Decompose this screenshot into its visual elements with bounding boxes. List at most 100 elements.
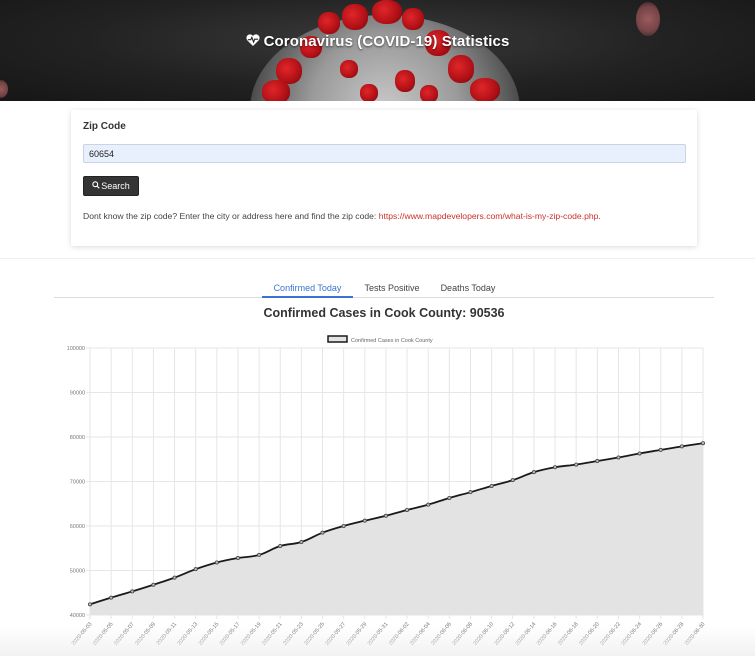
heartbeat-icon: [246, 33, 260, 49]
data-point: [320, 530, 325, 535]
data-point: [574, 462, 579, 467]
virus-spike: [318, 12, 340, 34]
x-tick-label: 2020-06-30: [684, 621, 707, 646]
data-point: [468, 490, 473, 495]
y-tick-label: 50000: [70, 569, 85, 575]
x-axis: 2020-05-032020-05-052020-05-072020-05-09…: [71, 621, 707, 646]
x-tick-label: 2020-05-07: [113, 621, 136, 646]
x-tick-label: 2020-06-06: [430, 621, 453, 646]
cases-chart: Confirmed Cases in Cook County 40000 5000…: [0, 330, 755, 656]
tab-tests-positive[interactable]: Tests Positive: [355, 279, 429, 298]
legend-swatch: [327, 335, 348, 343]
x-tick-label: 2020-05-05: [92, 621, 115, 646]
virus-spike: [360, 84, 378, 101]
data-point: [88, 602, 93, 607]
data-point: [278, 544, 283, 549]
map-developers-link[interactable]: https://www.mapdevelopers.com/what-is-my…: [379, 211, 599, 221]
virus-spike: [395, 70, 415, 92]
data-point: [701, 441, 706, 446]
data-point: [616, 455, 621, 460]
search-icon: [92, 181, 100, 191]
search-button-label: Search: [101, 181, 130, 191]
x-tick-label: 2020-05-27: [325, 621, 348, 646]
data-point: [553, 465, 558, 470]
x-tick-label: 2020-05-09: [134, 621, 157, 646]
data-point: [426, 502, 431, 507]
virus-spike: [342, 4, 368, 30]
hero-banner: Coronavirus (COVID-19) Statistics: [0, 0, 755, 101]
x-tick-label: 2020-06-04: [409, 621, 432, 646]
x-tick-label: 2020-06-14: [515, 621, 538, 646]
x-tick-label: 2020-06-26: [642, 621, 665, 646]
x-tick-label: 2020-05-29: [346, 621, 369, 646]
small-virus: [636, 2, 660, 36]
chart-svg: Confirmed Cases in Cook County 40000 5000…: [67, 335, 707, 647]
legend-label: Confirmed Cases in Cook County: [351, 338, 433, 344]
y-tick-label: 40000: [70, 613, 85, 619]
data-point: [257, 552, 262, 557]
x-tick-label: 2020-05-13: [177, 621, 200, 646]
data-point: [130, 589, 135, 594]
data-point: [489, 483, 494, 488]
data-point: [595, 459, 600, 464]
data-point: [214, 560, 219, 565]
y-tick-label: 80000: [70, 435, 85, 441]
zip-code-input[interactable]: [83, 144, 686, 163]
data-point: [235, 556, 240, 561]
x-tick-label: 2020-05-15: [198, 621, 221, 646]
x-tick-label: 2020-05-21: [261, 621, 284, 646]
x-tick-label: 2020-06-24: [620, 621, 643, 646]
series-area: [90, 443, 703, 615]
virus-spike: [448, 55, 474, 83]
x-tick-label: 2020-05-31: [367, 621, 390, 646]
x-tick-label: 2020-06-08: [451, 621, 474, 646]
x-tick-label: 2020-05-03: [71, 621, 94, 646]
data-point: [362, 518, 367, 523]
x-tick-label: 2020-05-17: [219, 621, 242, 646]
x-tick-label: 2020-06-12: [494, 621, 517, 646]
chart-legend: Confirmed Cases in Cook County: [327, 335, 433, 344]
data-point: [447, 495, 452, 500]
virus-spike: [470, 78, 500, 101]
chart-title: Confirmed Cases in Cook County: 90536: [263, 306, 505, 320]
data-point: [679, 444, 684, 449]
virus-spike: [262, 80, 290, 101]
x-tick-label: 2020-06-02: [388, 621, 411, 646]
data-point: [383, 513, 388, 518]
x-tick-label: 2020-05-11: [156, 621, 178, 646]
x-tick-label: 2020-05-25: [303, 621, 326, 646]
stats-tabs: Confirmed Today Tests Positive Deaths To…: [54, 279, 714, 298]
y-tick-label: 70000: [70, 480, 85, 486]
y-tick-label: 90000: [70, 391, 85, 397]
data-point: [531, 470, 536, 475]
data-point: [172, 575, 177, 580]
data-point: [193, 567, 198, 572]
data-point: [151, 582, 156, 587]
page-title-text: Coronavirus (COVID-19) Statistics: [263, 33, 510, 50]
data-point: [109, 595, 114, 600]
help-text-body: Dont know the zip code? Enter the city o…: [83, 211, 379, 221]
virus-spike: [402, 8, 424, 30]
x-tick-label: 2020-06-10: [472, 621, 495, 646]
y-tick-label: 100000: [67, 346, 85, 352]
x-tick-label: 2020-05-23: [282, 621, 305, 646]
virus-spike: [372, 0, 402, 24]
zip-help-text: Dont know the zip code? Enter the city o…: [83, 210, 683, 222]
tab-deaths-today[interactable]: Deaths Today: [431, 279, 505, 298]
x-tick-label: 2020-05-19: [240, 621, 263, 646]
data-point: [341, 523, 346, 528]
y-axis: 40000 50000 60000 70000 80000 90000 100000: [67, 346, 85, 619]
x-tick-label: 2020-06-18: [557, 621, 580, 646]
zip-search-card: Zip Code Search Dont know the zip code? …: [71, 110, 697, 246]
y-tick-label: 60000: [70, 524, 85, 530]
data-point: [405, 507, 410, 512]
zip-code-label: Zip Code: [83, 121, 126, 132]
search-button[interactable]: Search: [83, 176, 139, 196]
help-text-trailing: .: [598, 211, 601, 221]
data-point: [637, 451, 642, 456]
virus-spike: [340, 60, 358, 78]
x-tick-label: 2020-06-20: [578, 621, 601, 646]
tab-confirmed-today[interactable]: Confirmed Today: [262, 279, 353, 298]
virus-spike: [420, 85, 438, 101]
small-virus: [0, 80, 8, 98]
